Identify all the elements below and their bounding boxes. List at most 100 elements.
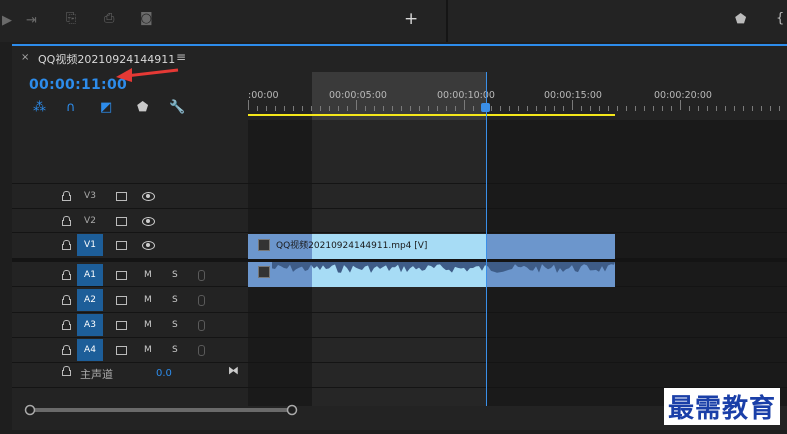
add-marker-icon[interactable]: ⬟ (137, 100, 148, 115)
tick-mark (347, 106, 348, 111)
mic-icon[interactable] (198, 320, 205, 331)
mic-icon[interactable] (198, 270, 205, 281)
mute-button[interactable]: M (144, 320, 152, 330)
tick-mark (500, 106, 501, 111)
tick-mark (446, 106, 447, 111)
master-volume-value[interactable]: 0.0 (156, 368, 172, 379)
lock-icon[interactable] (62, 345, 71, 355)
close-icon[interactable]: × (21, 52, 29, 63)
sync-lock-icon[interactable] (116, 271, 127, 280)
track-target-v3[interactable]: V3 (77, 185, 103, 207)
wrench-icon[interactable]: 🔧 (169, 100, 185, 115)
tick-mark (428, 106, 429, 111)
track-target-a2[interactable]: A2 (77, 289, 103, 311)
lock-icon[interactable] (62, 295, 71, 305)
tick-mark (644, 106, 645, 111)
lock-icon[interactable] (62, 216, 71, 226)
mic-icon[interactable] (198, 345, 205, 356)
top-toolbar: ▶ ⇥ ⎘ ⎙ ◙ + ⬟ { (0, 0, 787, 42)
lock-icon[interactable] (62, 366, 71, 376)
sync-lock-icon[interactable] (116, 241, 127, 250)
tick-mark (545, 106, 546, 111)
tick-mark (572, 100, 573, 110)
lock-icon[interactable] (62, 270, 71, 280)
play-icon[interactable]: ▶ (2, 14, 12, 28)
ruler-label: 00:00:20:00 (654, 90, 712, 101)
tick-mark (257, 106, 258, 111)
tick-mark (743, 106, 744, 111)
solo-button[interactable]: S (172, 345, 178, 355)
track-target-v1[interactable]: V1 (77, 234, 103, 256)
snap-nest-icon[interactable]: ⁂ (33, 100, 46, 115)
marker-icon[interactable]: ⬟ (735, 13, 746, 27)
lock-icon[interactable] (62, 240, 71, 250)
mute-button[interactable]: M (144, 295, 152, 305)
overwrite-icon[interactable]: ⎙ (104, 12, 114, 26)
tick-mark (392, 106, 393, 111)
tick-mark (527, 106, 528, 111)
tick-mark (581, 106, 582, 111)
tick-mark (662, 106, 663, 111)
eye-icon[interactable] (142, 192, 155, 201)
lock-icon[interactable] (62, 191, 71, 201)
sync-lock-icon[interactable] (116, 217, 127, 226)
master-expand-icon[interactable]: ⧓ (228, 364, 239, 377)
tick-mark (554, 106, 555, 111)
audio-clip[interactable] (248, 262, 615, 287)
sync-lock-icon[interactable] (116, 192, 127, 201)
tick-mark (275, 106, 276, 111)
track-target-a4[interactable]: A4 (77, 339, 103, 361)
lock-icon[interactable] (62, 320, 71, 330)
tick-mark (734, 106, 735, 111)
solo-button[interactable]: S (172, 270, 178, 280)
tick-mark (725, 106, 726, 111)
tick-mark (266, 106, 267, 111)
tick-mark (536, 106, 537, 111)
tick-mark (374, 106, 375, 111)
tick-mark (419, 106, 420, 111)
track-separator (12, 208, 787, 209)
tick-mark (320, 106, 321, 111)
track-target-v2[interactable]: V2 (77, 210, 103, 232)
mic-icon[interactable] (198, 295, 205, 306)
solo-button[interactable]: S (172, 320, 178, 330)
playhead-line[interactable] (486, 72, 487, 406)
video-clip[interactable]: QQ视频20210924144911.mp4 [V] (248, 234, 615, 259)
track-target-a3[interactable]: A3 (77, 314, 103, 336)
snap-magnet-icon[interactable]: ∩ (66, 100, 76, 115)
mute-button[interactable]: M (144, 345, 152, 355)
sync-lock-icon[interactable] (116, 346, 127, 355)
tick-mark (617, 106, 618, 111)
tick-mark (761, 106, 762, 111)
tick-mark (338, 106, 339, 111)
camera-icon[interactable]: ◙ (140, 12, 153, 26)
insert-icon[interactable]: ⎘ (66, 12, 76, 26)
tick-mark (509, 106, 510, 111)
tick-mark (716, 106, 717, 111)
annotation-arrow-timecode (116, 68, 179, 82)
sync-lock-icon[interactable] (116, 296, 127, 305)
sync-lock-icon[interactable] (116, 321, 127, 330)
tick-mark (284, 106, 285, 111)
tick-mark (302, 106, 303, 111)
track-separator (12, 232, 787, 233)
ruler-label: 00:00:05:00 (329, 90, 387, 101)
fx-icon (258, 239, 270, 251)
time-ruler[interactable]: :00:00 00:00:05:00 00:00:10:00 00:00:15:… (248, 72, 787, 120)
mute-button[interactable]: M (144, 270, 152, 280)
track-target-a1[interactable]: A1 (77, 264, 103, 286)
brace-icon[interactable]: { (776, 12, 784, 26)
solo-button[interactable]: S (172, 295, 178, 305)
eye-icon[interactable] (142, 241, 155, 250)
tick-mark (518, 106, 519, 111)
step-forward-icon[interactable]: ⇥ (26, 14, 37, 28)
tick-mark (311, 106, 312, 111)
work-area-bar[interactable] (248, 114, 615, 116)
tick-mark (401, 106, 402, 111)
add-button-icon[interactable]: + (404, 11, 418, 28)
track-separator (12, 183, 787, 184)
eye-icon[interactable] (142, 217, 155, 226)
tick-mark (356, 100, 357, 110)
linked-selection-icon[interactable]: ◩ (100, 100, 112, 115)
track-headers (12, 120, 248, 406)
